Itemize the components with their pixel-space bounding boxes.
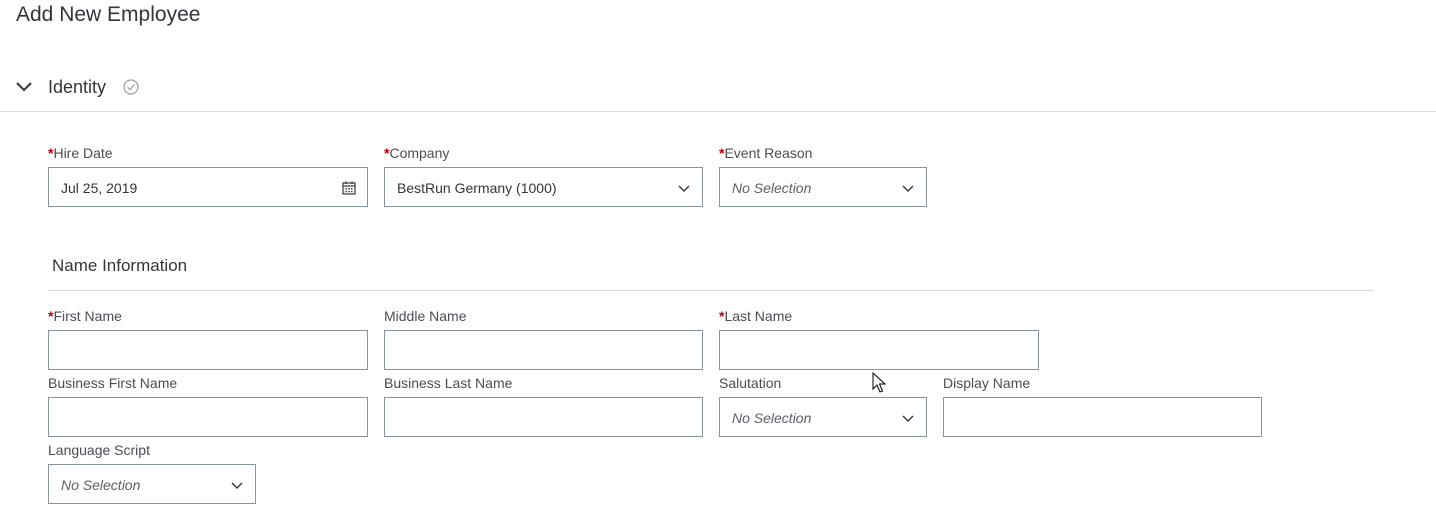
salutation-value: No Selection [732, 410, 812, 426]
chevron-down-icon[interactable] [15, 78, 33, 96]
event-reason-label: *Event Reason [719, 145, 813, 161]
company-select[interactable]: BestRun Germany (1000) [384, 167, 703, 207]
event-reason-value: No Selection [732, 180, 812, 196]
chevron-down-icon[interactable] [228, 476, 246, 494]
business-first-name-input[interactable] [48, 397, 368, 437]
salutation-select[interactable]: No Selection [719, 397, 927, 437]
last-name-label: *Last Name [719, 308, 793, 324]
hire-date-value: Jul 25, 2019 [61, 180, 138, 196]
first-name-input[interactable] [48, 330, 368, 370]
business-first-name-label: Business First Name [48, 375, 178, 391]
chevron-down-icon[interactable] [899, 409, 917, 427]
display-name-label: Display Name [943, 375, 1031, 391]
first-name-label: *First Name [48, 308, 122, 324]
mouse-cursor-icon [872, 371, 887, 394]
language-script-label: Language Script [48, 442, 150, 458]
middle-name-input[interactable] [384, 330, 703, 370]
subsection-divider [48, 290, 1374, 291]
subsection-title-name-information: Name Information [52, 256, 188, 275]
business-last-name-input[interactable] [384, 397, 703, 437]
middle-name-label: Middle Name [384, 308, 467, 324]
section-divider [0, 111, 1436, 112]
company-value: BestRun Germany (1000) [397, 180, 557, 196]
chevron-down-icon[interactable] [899, 179, 917, 197]
check-circle-icon [122, 78, 140, 96]
hire-date-field[interactable]: Jul 25, 2019 [48, 167, 368, 207]
section-title-identity[interactable]: Identity [48, 76, 106, 98]
calendar-icon[interactable] [340, 179, 358, 197]
language-script-select[interactable]: No Selection [48, 464, 256, 504]
hire-date-label: *Hire Date [48, 145, 113, 161]
display-name-input[interactable] [943, 397, 1262, 437]
company-label: *Company [384, 145, 450, 161]
chevron-down-icon[interactable] [675, 179, 693, 197]
last-name-input[interactable] [719, 330, 1039, 370]
business-last-name-label: Business Last Name [384, 375, 513, 391]
page-title: Add New Employee [16, 3, 201, 26]
language-script-value: No Selection [61, 477, 141, 493]
salutation-label: Salutation [719, 375, 782, 391]
event-reason-select[interactable]: No Selection [719, 167, 927, 207]
